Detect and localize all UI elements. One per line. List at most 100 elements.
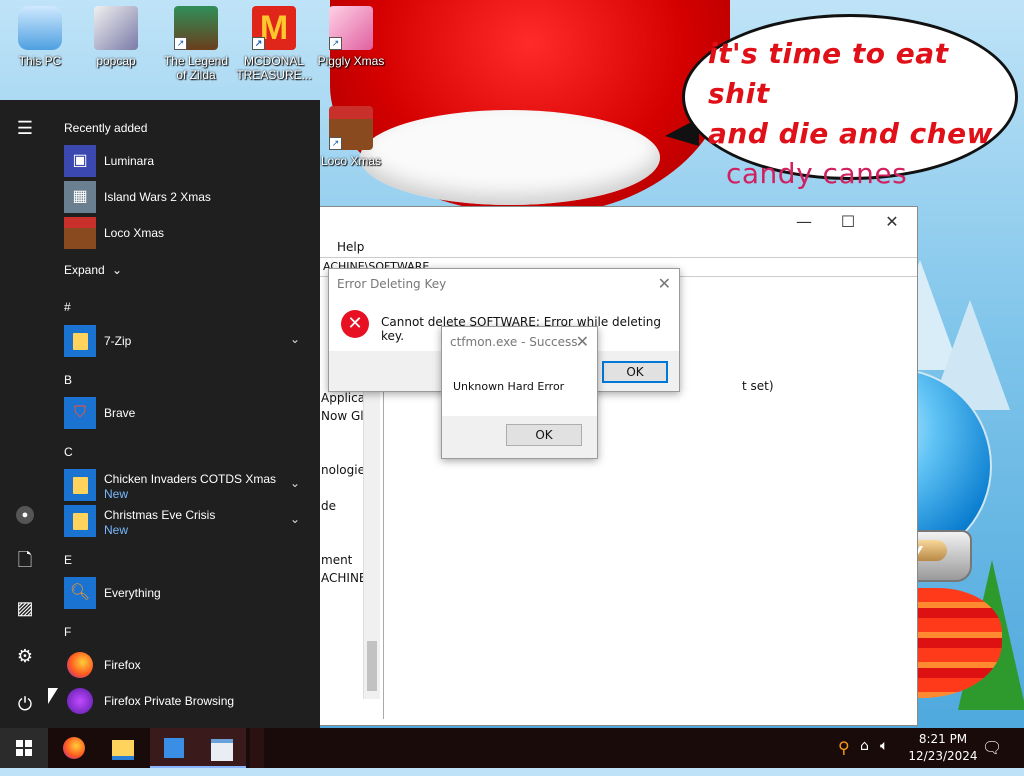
desktop-icon-piggly-xmas[interactable]: ↗ Piggly Xmas xyxy=(313,6,389,68)
ok-button[interactable]: OK xyxy=(602,361,668,383)
tree-item[interactable]: de xyxy=(321,499,336,513)
island-wars-icon: ▦ xyxy=(64,181,96,213)
firefox-icon xyxy=(63,737,85,759)
chevron-down-icon: ⌄ xyxy=(112,263,123,277)
app-name: Firefox xyxy=(104,658,141,672)
chevron-down-icon[interactable]: ⌄ xyxy=(290,476,300,490)
taskbar-divider xyxy=(250,728,264,768)
app-name: Christmas Eve Crisis xyxy=(104,508,216,522)
magnifier-icon: 🔍︎ xyxy=(64,577,96,609)
taskbar-clock[interactable]: 8:21 PM 12/23/2024 xyxy=(906,731,980,765)
zelda-game-icon: ↗ xyxy=(174,6,218,50)
magnifier-glyph: 🔍︎ xyxy=(69,584,91,601)
piggy-icon: ↗ xyxy=(329,6,373,50)
section-header-b[interactable]: B xyxy=(64,373,72,387)
chevron-down-icon[interactable]: ⌄ xyxy=(290,332,300,346)
dialog-titlebar[interactable]: Error Deleting Key ✕ xyxy=(329,269,679,299)
app-item-everything[interactable]: 🔍︎ Everything xyxy=(64,577,314,609)
app-item-luminara[interactable]: ▣ Luminara xyxy=(64,145,314,177)
section-header-e[interactable]: E xyxy=(64,553,72,567)
minimize-icon[interactable]: — xyxy=(789,211,819,233)
notification-center-icon[interactable]: 🗨︎ xyxy=(982,728,1002,768)
documents-icon[interactable]: 🗋 xyxy=(14,549,36,571)
window-titlebar[interactable]: — ☐ ✕ xyxy=(319,207,917,237)
desktop-icon-this-pc[interactable]: This PC xyxy=(2,6,78,68)
app-item-christmas-eve-crisis[interactable]: Christmas Eve Crisis New ⌄ xyxy=(64,505,314,537)
app-name: Everything xyxy=(104,586,161,600)
start-app-list[interactable]: Recently added ▣ Luminara ▦ Island Wars … xyxy=(50,100,320,728)
app-name: Loco Xmas xyxy=(104,226,165,240)
ok-button[interactable]: OK xyxy=(506,424,582,446)
user-account-icon[interactable]: ● xyxy=(14,501,36,524)
close-icon[interactable]: ✕ xyxy=(576,327,589,357)
folder-shape xyxy=(73,513,88,530)
recently-added-header: Recently added xyxy=(64,121,148,135)
start-button[interactable] xyxy=(0,728,48,768)
computer-icon xyxy=(18,6,62,50)
app-name: 7-Zip xyxy=(104,334,132,348)
expand-link[interactable]: Expand ⌄ xyxy=(64,263,122,277)
luminara-icon: ▣ xyxy=(64,145,96,177)
app-item-firefox[interactable]: Firefox xyxy=(64,649,314,681)
folder-shape xyxy=(73,477,88,494)
close-icon[interactable]: ✕ xyxy=(658,269,671,299)
taskbar-file-explorer[interactable] xyxy=(99,728,147,768)
menu-help[interactable]: Help xyxy=(337,240,364,254)
app-item-brave[interactable]: ⛉ Brave xyxy=(64,397,314,429)
ctfmon-success-dialog[interactable]: ctfmon.exe - Success ✕ Unknown Hard Erro… xyxy=(441,326,598,459)
new-badge: New xyxy=(104,487,129,501)
settings-gear-icon[interactable]: ⚙ xyxy=(14,645,36,667)
pictures-icon[interactable]: ▨ xyxy=(14,597,36,619)
app-item-island-wars[interactable]: ▦ Island Wars 2 Xmas xyxy=(64,181,314,213)
speech-line: and die and chew xyxy=(708,117,994,150)
desktop-icon-popcap[interactable]: popcap xyxy=(78,6,154,68)
chevron-down-icon[interactable]: ⌄ xyxy=(290,512,300,526)
desktop-icon-legend-of-zilda[interactable]: ↗ The Legend of Zilda xyxy=(158,6,234,82)
mcdonalds-icon: M ↗ xyxy=(252,6,296,50)
maximize-icon[interactable]: ☐ xyxy=(833,211,863,233)
power-icon[interactable]: ⏻ xyxy=(14,693,36,715)
taskbar-window-app[interactable] xyxy=(198,728,246,768)
popcap-icon xyxy=(94,6,138,50)
speech-line: candy canes xyxy=(726,157,908,190)
tree-item[interactable]: ACHINE xyxy=(321,571,367,585)
start-menu-rail: ☰ ● 🗋 ▨ ⚙ ⏻ xyxy=(0,100,50,728)
section-header-c[interactable]: C xyxy=(64,445,73,459)
dialog-titlebar[interactable]: ctfmon.exe - Success ✕ xyxy=(442,327,597,357)
expand-label: Expand xyxy=(64,263,105,277)
firefox-logo xyxy=(67,652,93,678)
window-app-icon xyxy=(211,739,233,761)
app-name: Firefox Private Browsing xyxy=(104,694,235,708)
clock-date: 12/23/2024 xyxy=(908,749,978,763)
section-header-hash[interactable]: # xyxy=(64,300,71,314)
app-name: Island Wars 2 Xmas xyxy=(104,190,211,204)
taskbar-firefox[interactable] xyxy=(50,728,98,768)
app-item-chicken-invaders[interactable]: Chicken Invaders COTDS Xmas New ⌄ xyxy=(64,469,314,501)
search-everything-icon[interactable]: ⚲ xyxy=(838,738,850,757)
close-icon[interactable]: ✕ xyxy=(877,211,907,233)
app-item-firefox-private[interactable]: Firefox Private Browsing xyxy=(64,685,314,717)
tree-item[interactable]: ment xyxy=(321,553,352,567)
new-badge: New xyxy=(104,523,129,537)
app-item-loco-xmas[interactable]: Loco Xmas xyxy=(64,217,314,249)
file-explorer-icon xyxy=(112,740,134,760)
error-icon: ✕ xyxy=(341,310,369,338)
network-icon[interactable]: ⌂ xyxy=(860,738,869,754)
shortcut-arrow-icon: ↗ xyxy=(252,37,265,50)
volume-muted-icon[interactable]: 🔈︎ xyxy=(880,738,888,754)
app-item-7zip[interactable]: 7-Zip ⌄ xyxy=(64,325,314,357)
folder-icon xyxy=(64,469,96,501)
folder-shape xyxy=(73,333,88,350)
speech-bubble-text: it's time to eat shit and die and chew c… xyxy=(708,34,998,194)
section-header-f[interactable]: F xyxy=(64,625,71,639)
firefox-private-icon xyxy=(64,685,96,717)
desktop-icon-mcdonal-treasure[interactable]: M ↗ MCDONAL TREASURE... xyxy=(236,6,312,82)
scrollbar-thumb[interactable] xyxy=(367,641,377,691)
desktop-icon-label: popcap xyxy=(96,54,136,68)
hamburger-menu-icon[interactable]: ☰ xyxy=(14,117,36,139)
desktop-icon-loco-xmas[interactable]: ↗ Loco Xmas xyxy=(313,106,389,168)
desktop-icon-label: The Legend of Zilda xyxy=(163,54,229,82)
start-menu[interactable]: ☰ ● 🗋 ▨ ⚙ ⏻ Recently added ▣ Luminara ▦ … xyxy=(0,100,320,728)
taskbar-registry-editor[interactable] xyxy=(150,728,198,768)
folder-icon xyxy=(64,325,96,357)
